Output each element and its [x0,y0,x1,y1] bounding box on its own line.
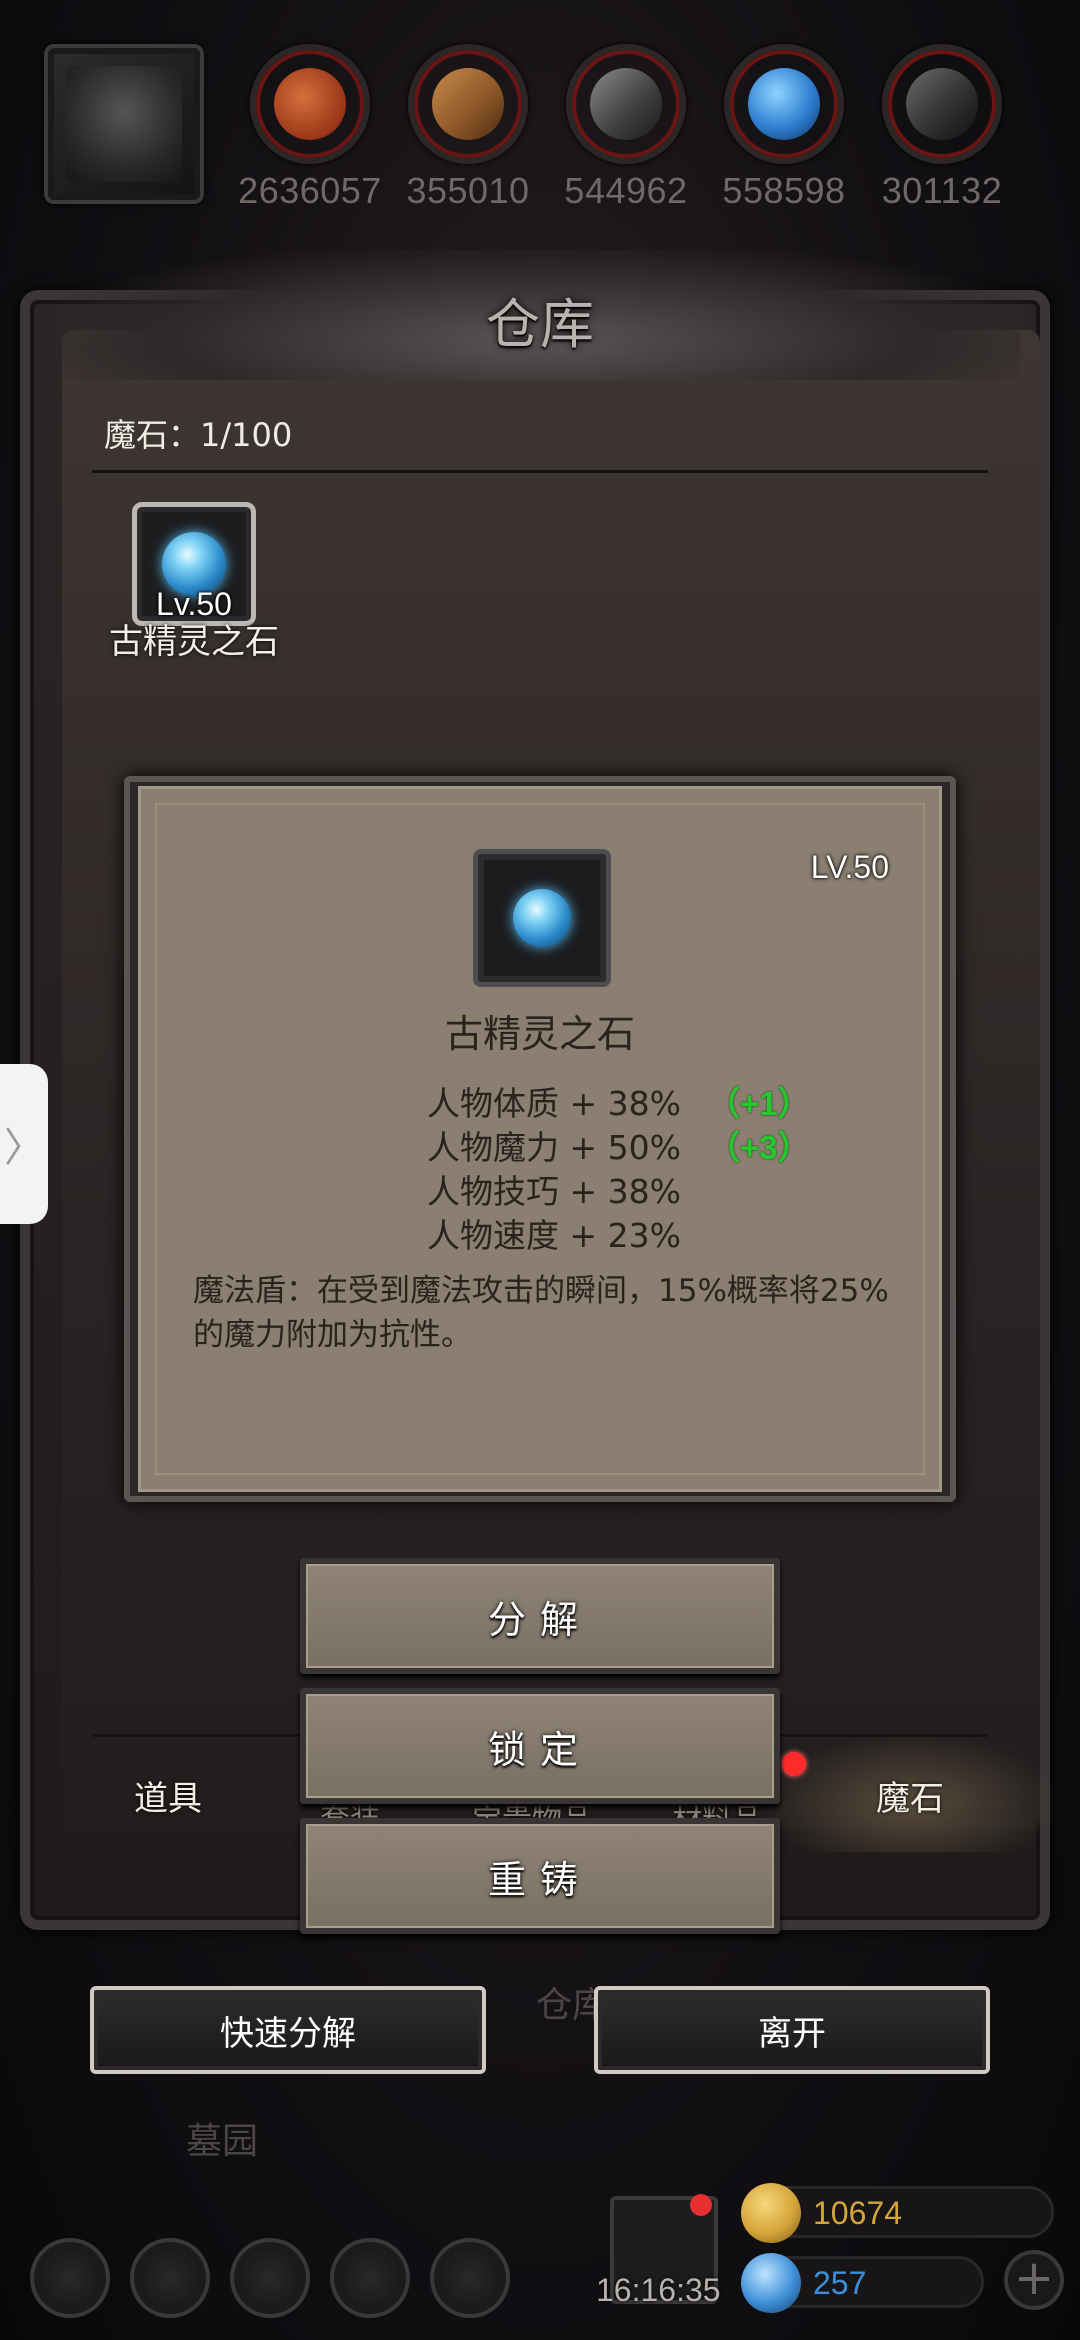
tab-magic-stone[interactable]: 魔石 [876,1771,944,1820]
stat-bonus: （+1） [706,1085,811,1122]
side-drawer-handle[interactable]: 〉 [0,1064,48,1224]
stat-list: 人物体质 + 38% （+1） 人物魔力 + 50% （+3） 人物技巧 + 3… [427,1079,811,1255]
crystal-icon [724,44,844,164]
quick-decompose-button[interactable]: 快速分解 [90,1986,486,2074]
magic-stone-icon [513,889,571,947]
resource-value: 301132 [881,170,1003,211]
stat-text: 人物体质 + 38% [427,1084,681,1123]
divider [92,470,988,473]
diamond-icon [741,2253,801,2313]
item-tooltip: LV.50 古精灵之石 人物体质 + 38% （+1） 人物魔力 + 50% （… [138,786,942,1492]
bg-label-cemetery: 墓园 [186,2121,259,2162]
achievement-icon[interactable] [130,2238,210,2318]
tooltip-item-slot [473,849,611,987]
tooltip-description: 魔法盾：在受到魔法攻击的瞬间，15%概率将25%的魔力附加为抗性。 [193,1273,889,1353]
gift-notification-dot [690,2194,712,2216]
recast-button[interactable]: 重铸 [300,1818,780,1934]
stat-row: 人物体质 + 38% （+1） [427,1079,811,1123]
stat-text: 人物速度 + 23% [427,1216,681,1255]
guild-icon[interactable] [230,2238,310,2318]
meat-icon [250,44,370,164]
stat-bonus: （+3） [706,1129,811,1166]
resource-stone[interactable]: 301132 [862,44,1022,212]
resource-wood[interactable]: 355010 [388,44,548,212]
magic-stone-count: 魔石：1/100 [104,416,293,454]
item-name: 古精灵之石 [109,622,279,662]
wood-icon [408,44,528,164]
gold-coin-icon [741,2183,801,2243]
stat-text: 人物魔力 + 50% [427,1128,681,1167]
stone-icon [882,44,1002,164]
leave-button[interactable]: 离开 [594,1986,990,2074]
resource-value: 544962 [564,170,688,211]
tab-items[interactable]: 道具 [134,1771,202,1820]
add-currency-icon[interactable]: + [1004,2250,1064,2310]
stat-row: 人物魔力 + 50% （+3） [427,1123,811,1167]
gold-counter: 10674 [741,2183,1054,2243]
tooltip-item-name: 古精灵之石 [444,1012,635,1056]
resource-iron[interactable]: 544962 [546,44,706,212]
dragon-portrait-icon [66,66,182,182]
stat-text: 人物技巧 + 38% [427,1172,681,1211]
notification-dot [782,1752,806,1776]
item-slot[interactable]: Lv.50 [132,502,256,626]
stat-row: 人物速度 + 23% [427,1211,811,1255]
resource-meat[interactable]: 2636057 [230,44,390,212]
shop-icon[interactable] [430,2238,510,2318]
settings-icon[interactable] [30,2238,110,2318]
clock: 16:16:35 [596,2272,721,2308]
mail-icon[interactable] [330,2238,410,2318]
diamond-amount: 257 [813,2265,867,2301]
resource-value: 2636057 [238,170,382,211]
gold-amount: 10674 [813,2195,902,2231]
resource-value: 355010 [406,170,530,211]
resource-value: 558598 [722,170,846,211]
diamond-counter: 257 [741,2253,984,2313]
resource-crystal[interactable]: 558598 [704,44,864,212]
iron-icon [566,44,686,164]
tooltip-level: LV.50 [810,849,889,885]
decompose-button[interactable]: 分解 [300,1558,780,1674]
stat-row: 人物技巧 + 38% [427,1167,811,1211]
player-avatar[interactable] [44,44,204,204]
panel-title: 仓库 [486,293,594,356]
lock-button[interactable]: 锁定 [300,1688,780,1804]
